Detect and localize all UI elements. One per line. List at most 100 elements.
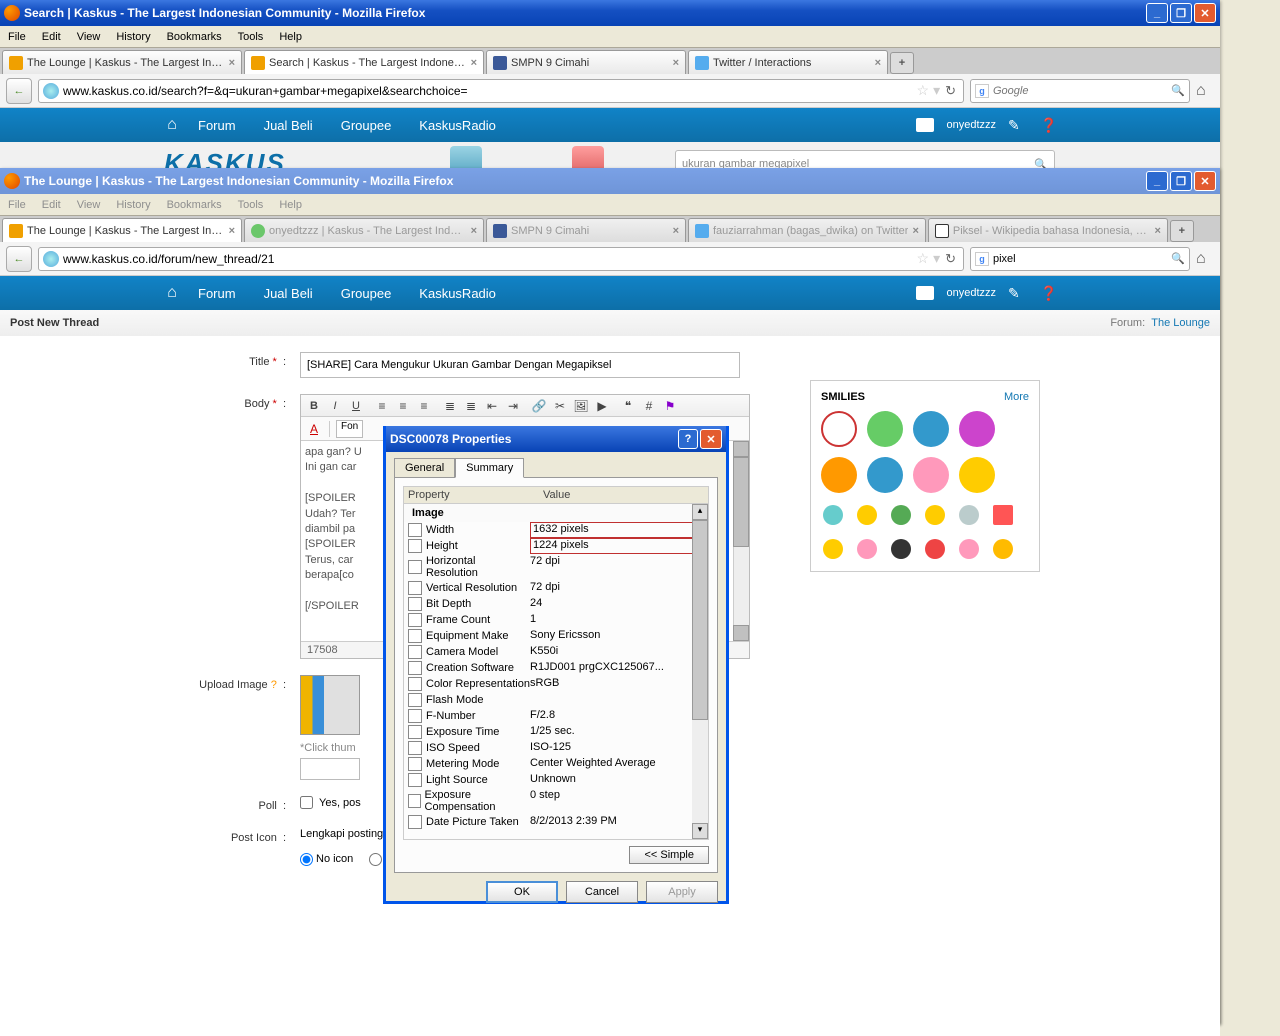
new-tab-button[interactable]: + bbox=[1170, 220, 1194, 242]
outdent-icon[interactable]: ⇤ bbox=[483, 397, 501, 415]
property-row[interactable]: Horizontal Resolution72 dpi bbox=[404, 554, 708, 580]
menubar[interactable]: File Edit View History Bookmarks Tools H… bbox=[0, 194, 1220, 216]
list-unordered-icon[interactable]: ≣ bbox=[462, 397, 480, 415]
home-icon[interactable]: ⌂ bbox=[1196, 82, 1214, 100]
italic-icon[interactable]: I bbox=[326, 397, 344, 415]
smiley-icon[interactable] bbox=[867, 457, 903, 493]
search-icon[interactable]: 🔍 bbox=[1171, 252, 1185, 265]
cancel-button[interactable]: Cancel bbox=[566, 881, 638, 903]
menu-history[interactable]: History bbox=[116, 31, 150, 43]
reload-icon[interactable]: ↻ bbox=[945, 83, 956, 99]
search-input[interactable] bbox=[993, 253, 1171, 265]
help-icon[interactable]: ? bbox=[678, 429, 698, 449]
menu-help[interactable]: Help bbox=[279, 31, 302, 43]
nav-radio[interactable]: KaskusRadio bbox=[405, 286, 510, 301]
property-row[interactable]: Frame Count1 bbox=[404, 612, 708, 628]
property-row[interactable]: Metering ModeCenter Weighted Average bbox=[404, 756, 708, 772]
url-bar[interactable]: ☆ ▾ ↻ bbox=[38, 79, 964, 103]
close-tab-icon[interactable]: × bbox=[912, 225, 918, 237]
menu-history[interactable]: History bbox=[116, 199, 150, 211]
home-icon[interactable]: ⌂ bbox=[160, 284, 184, 302]
align-left-icon[interactable]: ≡ bbox=[373, 397, 391, 415]
underline-icon[interactable]: U bbox=[347, 397, 365, 415]
help-icon[interactable]: ❓ bbox=[1040, 117, 1060, 134]
property-row[interactable]: Creation SoftwareR1JD001 prgCXC125067... bbox=[404, 660, 708, 676]
smiley-icon[interactable] bbox=[913, 457, 949, 493]
icon-radio[interactable] bbox=[369, 853, 382, 866]
video-icon[interactable]: ▶ bbox=[593, 397, 611, 415]
indent-icon[interactable]: ⇥ bbox=[504, 397, 522, 415]
close-tab-icon[interactable]: × bbox=[875, 57, 881, 69]
list-ordered-icon[interactable]: ≣ bbox=[441, 397, 459, 415]
scroll-down-icon[interactable]: ▾ bbox=[692, 823, 708, 839]
property-row[interactable]: Vertical Resolution72 dpi bbox=[404, 580, 708, 596]
smiley-icon[interactable] bbox=[959, 411, 995, 447]
image-icon[interactable]: 🖼 bbox=[572, 397, 590, 415]
close-tab-icon[interactable]: × bbox=[229, 57, 235, 69]
property-row[interactable]: Width1632 pixels bbox=[404, 522, 708, 538]
username[interactable]: onyedtzzz bbox=[946, 287, 996, 299]
quote-icon[interactable]: ❝ bbox=[619, 397, 637, 415]
search-bar[interactable]: g 🔍 bbox=[970, 79, 1190, 103]
bold-icon[interactable]: B bbox=[305, 397, 323, 415]
tab[interactable]: Twitter / Interactions× bbox=[688, 50, 888, 74]
tab[interactable]: The Lounge | Kaskus - The Largest Indon.… bbox=[2, 50, 242, 74]
smiley-icon[interactable] bbox=[823, 505, 843, 525]
search-icon[interactable]: 🔍 bbox=[1171, 84, 1185, 97]
menu-bookmarks[interactable]: Bookmarks bbox=[167, 199, 222, 211]
scroll-up-icon[interactable]: ▴ bbox=[692, 504, 708, 520]
new-tab-button[interactable]: + bbox=[890, 52, 914, 74]
minimize-button[interactable]: _ bbox=[1146, 3, 1168, 23]
tab[interactable]: Search | Kaskus - The Largest Indonesia.… bbox=[244, 50, 484, 74]
scroll-thumb[interactable] bbox=[692, 520, 708, 720]
property-list[interactable]: Image Width1632 pixelsHeight1224 pixelsH… bbox=[403, 504, 709, 840]
smiley-icon[interactable] bbox=[959, 539, 979, 559]
url-bar[interactable]: ☆ ▾ ↻ bbox=[38, 247, 964, 271]
menu-file[interactable]: File bbox=[8, 199, 26, 211]
ok-button[interactable]: OK bbox=[486, 881, 558, 903]
user-switch-icon[interactable] bbox=[916, 286, 934, 300]
smilies-more-link[interactable]: More bbox=[1004, 391, 1029, 403]
nav-jualbeli[interactable]: Jual Beli bbox=[250, 118, 327, 133]
dropdown-icon[interactable]: ▾ bbox=[933, 250, 940, 267]
menu-tools[interactable]: Tools bbox=[238, 31, 264, 43]
dialog-titlebar[interactable]: DSC00078 Properties ? ✕ bbox=[386, 426, 726, 452]
smiley-icon[interactable] bbox=[821, 457, 857, 493]
user-switch-icon[interactable] bbox=[916, 118, 934, 132]
smiley-icon[interactable] bbox=[823, 539, 843, 559]
tab[interactable]: SMPN 9 Cimahi× bbox=[486, 218, 686, 242]
property-row[interactable]: Exposure Compensation0 step bbox=[404, 788, 708, 814]
smiley-icon[interactable] bbox=[993, 505, 1013, 525]
menu-file[interactable]: File bbox=[8, 31, 26, 43]
tab[interactable]: onyedtzzz | Kaskus - The Largest Indone.… bbox=[244, 218, 484, 242]
tab[interactable]: The Lounge | Kaskus - The Largest Indon.… bbox=[2, 218, 242, 242]
close-tab-icon[interactable]: × bbox=[229, 225, 235, 237]
menu-view[interactable]: View bbox=[77, 31, 101, 43]
tab[interactable]: Piksel - Wikipedia bahasa Indonesia, ens… bbox=[928, 218, 1168, 242]
close-tab-icon[interactable]: × bbox=[471, 57, 477, 69]
username[interactable]: onyedtzzz bbox=[946, 119, 996, 131]
nav-radio[interactable]: KaskusRadio bbox=[405, 118, 510, 133]
smiley-icon[interactable] bbox=[857, 505, 877, 525]
nav-forum[interactable]: Forum bbox=[184, 286, 250, 301]
upload-thumbnail[interactable] bbox=[300, 675, 360, 735]
nav-groupee[interactable]: Groupee bbox=[327, 286, 406, 301]
scroll-down-icon[interactable] bbox=[733, 625, 749, 641]
smiley-icon[interactable] bbox=[857, 539, 877, 559]
pencil-icon[interactable]: ✎ bbox=[1008, 117, 1028, 134]
align-center-icon[interactable]: ≡ bbox=[394, 397, 412, 415]
property-row[interactable]: ISO SpeedISO-125 bbox=[404, 740, 708, 756]
poll-checkbox[interactable] bbox=[300, 796, 313, 809]
nav-forum[interactable]: Forum bbox=[184, 118, 250, 133]
property-row[interactable]: Light SourceUnknown bbox=[404, 772, 708, 788]
help-icon[interactable]: ❓ bbox=[1040, 285, 1060, 302]
property-row[interactable]: Flash Mode bbox=[404, 692, 708, 708]
close-button[interactable]: ✕ bbox=[700, 429, 722, 449]
upload-field[interactable] bbox=[300, 758, 360, 780]
url-input[interactable] bbox=[63, 252, 915, 266]
menu-edit[interactable]: Edit bbox=[42, 199, 61, 211]
scrollbar[interactable] bbox=[733, 441, 749, 641]
unlink-icon[interactable]: ✂ bbox=[551, 397, 569, 415]
apply-button[interactable]: Apply bbox=[646, 881, 718, 903]
scroll-up-icon[interactable] bbox=[733, 441, 749, 457]
